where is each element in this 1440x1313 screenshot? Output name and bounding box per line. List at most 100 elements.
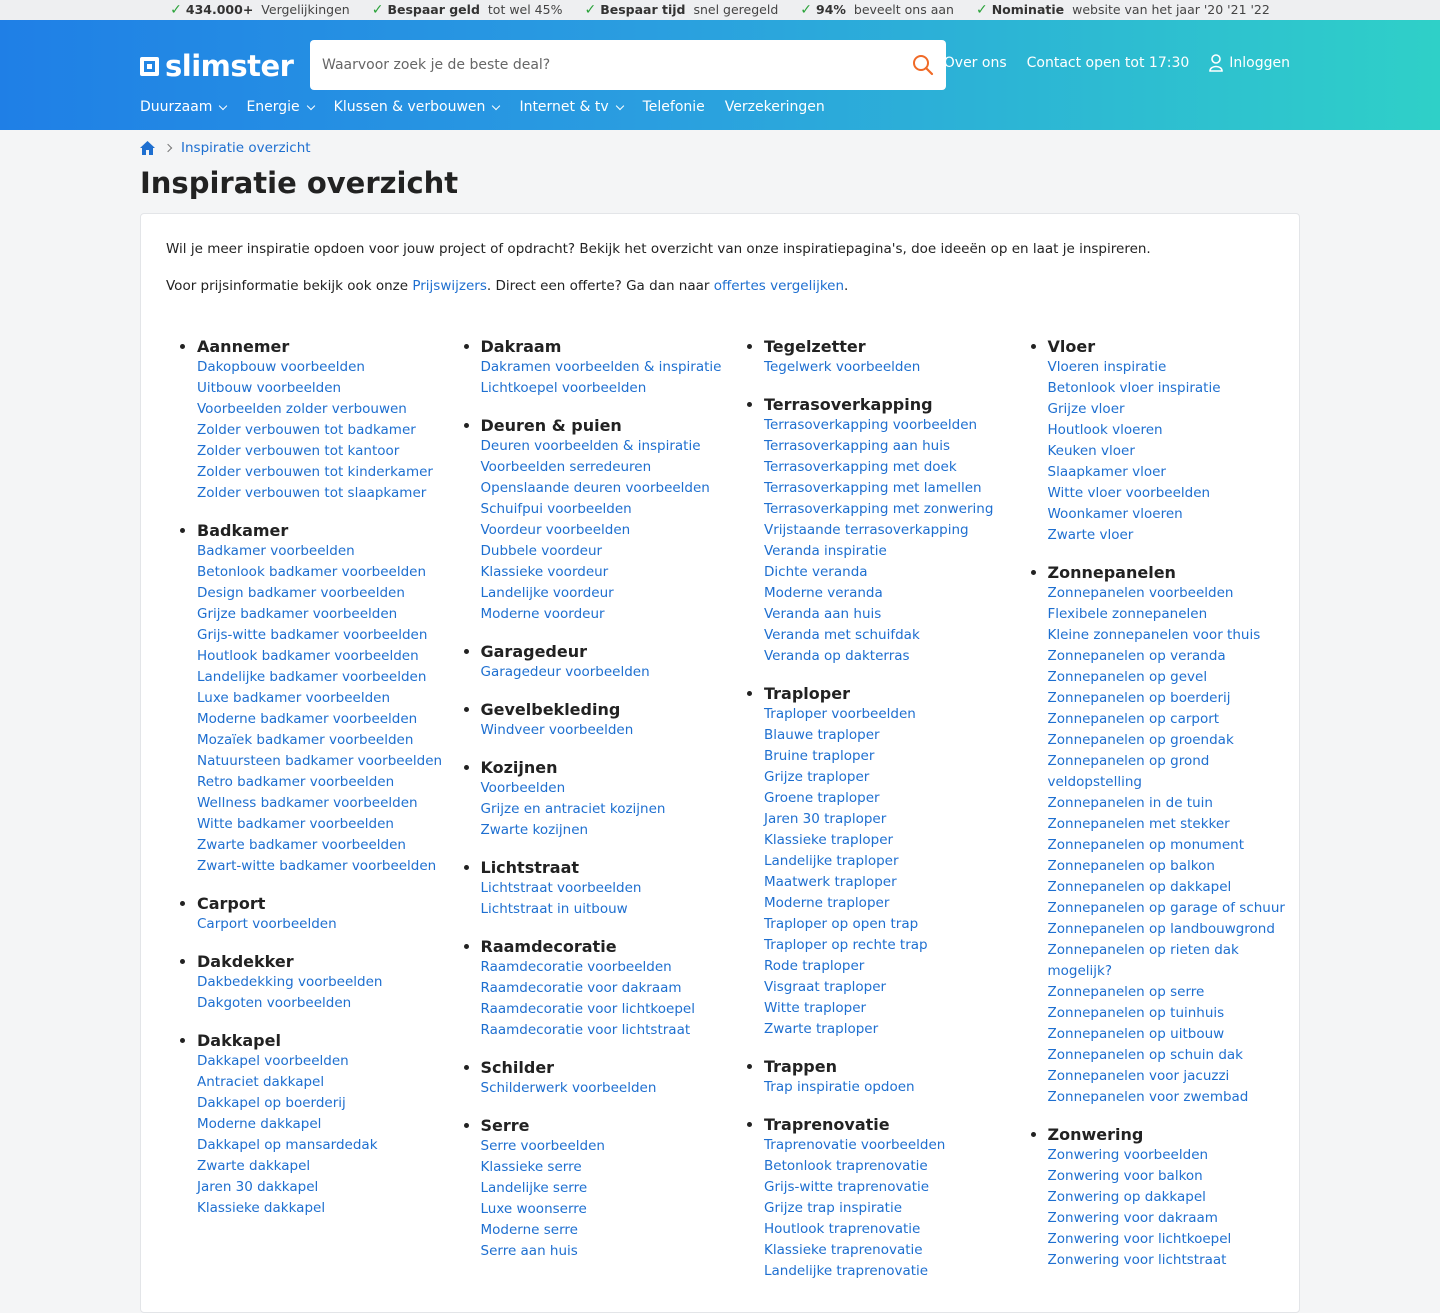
inspiration-link[interactable]: Zonnepanelen op serre: [1048, 984, 1205, 1000]
search-button[interactable]: [900, 40, 946, 90]
nav-item-duurzaam[interactable]: Duurzaam: [140, 99, 228, 115]
inspiration-link[interactable]: Zonnepanelen voorbeelden: [1048, 585, 1234, 601]
inspiration-link[interactable]: Grijze trap inspiratie: [764, 1200, 902, 1216]
inspiration-link[interactable]: Landelijke badkamer voorbeelden: [197, 669, 426, 685]
slimster-logo[interactable]: slimster: [140, 50, 294, 82]
inspiration-link[interactable]: Tegelwerk voorbeelden: [764, 359, 920, 375]
inspiration-link[interactable]: Zwarte badkamer voorbeelden: [197, 837, 406, 853]
inspiration-link[interactable]: Bruine traploper: [764, 748, 874, 764]
inspiration-link[interactable]: Klassieke traploper: [764, 832, 893, 848]
inspiration-link[interactable]: Visgraat traploper: [764, 979, 886, 995]
inspiration-link[interactable]: Zonnepanelen op carport: [1048, 711, 1220, 727]
inspiration-link[interactable]: Maatwerk traploper: [764, 874, 897, 890]
inspiration-link[interactable]: Zonnepanelen voor jacuzzi: [1048, 1068, 1230, 1084]
inspiration-link[interactable]: Uitbouw voorbeelden: [197, 380, 341, 396]
inspiration-link[interactable]: Zonnepanelen op uitbouw: [1048, 1026, 1225, 1042]
inspiration-link[interactable]: Zwarte traploper: [764, 1021, 878, 1037]
inspiration-link[interactable]: Zonwering voor lichtkoepel: [1048, 1231, 1232, 1247]
inspiration-link[interactable]: Zonwering op dakkapel: [1048, 1189, 1206, 1205]
inspiration-link[interactable]: Veranda aan huis: [764, 606, 881, 622]
inspiration-link[interactable]: Lichtkoepel voorbeelden: [481, 380, 647, 396]
inspiration-link[interactable]: Dakramen voorbeelden & inspiratie: [481, 359, 722, 375]
inspiration-link[interactable]: Klassieke serre: [481, 1159, 582, 1175]
inspiration-link[interactable]: Terrasoverkapping met lamellen: [764, 480, 982, 496]
inspiration-link[interactable]: Schuifpui voorbeelden: [481, 501, 632, 517]
nav-item-klussen[interactable]: Klussen & verbouwen: [334, 99, 501, 115]
inspiration-link[interactable]: Betonlook vloer inspiratie: [1048, 380, 1221, 396]
inspiration-link[interactable]: Zonnepanelen op rieten dak mogelijk?: [1048, 942, 1239, 979]
inspiration-link[interactable]: Openslaande deuren voorbeelden: [481, 480, 710, 496]
inspiration-link[interactable]: Zwarte dakkapel: [197, 1158, 310, 1174]
inspiration-link[interactable]: Zonwering voor balkon: [1048, 1168, 1203, 1184]
inspiration-link[interactable]: Zonnepanelen op tuinhuis: [1048, 1005, 1225, 1021]
inspiration-link[interactable]: Zonnepanelen op boerderij: [1048, 690, 1231, 706]
inspiration-link[interactable]: Zolder verbouwen tot badkamer: [197, 422, 416, 438]
inspiration-link[interactable]: Grijze traploper: [764, 769, 869, 785]
inspiration-link[interactable]: Veranda met schuifdak: [764, 627, 920, 643]
inspiration-link[interactable]: Traprenovatie voorbeelden: [764, 1137, 945, 1153]
inspiration-link[interactable]: Raamdecoratie voor dakraam: [481, 980, 682, 996]
inspiration-link[interactable]: Carport voorbeelden: [197, 916, 337, 932]
inspiration-link[interactable]: Dakgoten voorbeelden: [197, 995, 351, 1011]
inspiration-link[interactable]: Retro badkamer voorbeelden: [197, 774, 394, 790]
inspiration-link[interactable]: Klassieke voordeur: [481, 564, 609, 580]
inspiration-link[interactable]: Zonnepanelen op landbouwgrond: [1048, 921, 1275, 937]
inspiration-link[interactable]: Zonnepanelen op schuin dak: [1048, 1047, 1243, 1063]
inspiration-link[interactable]: Serre aan huis: [481, 1243, 578, 1259]
inspiration-link[interactable]: Witte vloer voorbeelden: [1048, 485, 1211, 501]
inspiration-link[interactable]: Zonnepanelen voor zwembad: [1048, 1089, 1249, 1105]
inspiration-link[interactable]: Dichte veranda: [764, 564, 868, 580]
inspiration-link[interactable]: Zonnepanelen op grond veldopstelling: [1048, 753, 1210, 790]
inspiration-link[interactable]: Landelijke traprenovatie: [764, 1263, 928, 1279]
inspiration-link[interactable]: Windveer voorbeelden: [481, 722, 634, 738]
inspiration-link[interactable]: Zolder verbouwen tot kantoor: [197, 443, 399, 459]
inspiration-link[interactable]: Moderne badkamer voorbeelden: [197, 711, 417, 727]
inspiration-link[interactable]: Witte badkamer voorbeelden: [197, 816, 394, 832]
inspiration-link[interactable]: Terrasoverkapping met doek: [764, 459, 957, 475]
inspiration-link[interactable]: Grijze badkamer voorbeelden: [197, 606, 397, 622]
inspiration-link[interactable]: Traploper op rechte trap: [764, 937, 928, 953]
nav-item-verzekeringen[interactable]: Verzekeringen: [725, 99, 825, 115]
inspiration-link[interactable]: Flexibele zonnepanelen: [1048, 606, 1208, 622]
inspiration-link[interactable]: Zonnepanelen op balkon: [1048, 858, 1215, 874]
inspiration-link[interactable]: Dubbele voordeur: [481, 543, 603, 559]
prijswijzers-link[interactable]: Prijswijzers: [412, 278, 487, 294]
inspiration-link[interactable]: Slaapkamer vloer: [1048, 464, 1166, 480]
inspiration-link[interactable]: Houtlook traprenovatie: [764, 1221, 920, 1237]
inspiration-link[interactable]: Traploper voorbeelden: [764, 706, 916, 722]
inspiration-link[interactable]: Dakopbouw voorbeelden: [197, 359, 365, 375]
inspiration-link[interactable]: Vrijstaande terrasoverkapping: [764, 522, 969, 538]
inspiration-link[interactable]: Zonnepanelen op garage of schuur: [1048, 900, 1285, 916]
inspiration-link[interactable]: Dakkapel op mansardedak: [197, 1137, 378, 1153]
inspiration-link[interactable]: Trap inspiratie opdoen: [764, 1079, 915, 1095]
inspiration-link[interactable]: Rode traploper: [764, 958, 864, 974]
inspiration-link[interactable]: Luxe woonserre: [481, 1201, 587, 1217]
inspiration-link[interactable]: Groene traploper: [764, 790, 880, 806]
inspiration-link[interactable]: Raamdecoratie voor lichtkoepel: [481, 1001, 695, 1017]
login-link[interactable]: Inloggen: [1209, 54, 1290, 72]
inspiration-link[interactable]: Klassieke dakkapel: [197, 1200, 325, 1216]
inspiration-link[interactable]: Lichtstraat in uitbouw: [481, 901, 628, 917]
inspiration-link[interactable]: Dakbedekking voorbeelden: [197, 974, 382, 990]
inspiration-link[interactable]: Houtlook vloeren: [1048, 422, 1163, 438]
inspiration-link[interactable]: Garagedeur voorbeelden: [481, 664, 650, 680]
inspiration-link[interactable]: Schilderwerk voorbeelden: [481, 1080, 657, 1096]
breadcrumb-current[interactable]: Inspiratie overzicht: [181, 140, 311, 156]
inspiration-link[interactable]: Zonnepanelen in de tuin: [1048, 795, 1213, 811]
inspiration-link[interactable]: Veranda inspiratie: [764, 543, 887, 559]
inspiration-link[interactable]: Zwarte vloer: [1048, 527, 1134, 543]
inspiration-link[interactable]: Traploper op open trap: [764, 916, 918, 932]
inspiration-link[interactable]: Jaren 30 traploper: [764, 811, 886, 827]
inspiration-link[interactable]: Zwart-witte badkamer voorbeelden: [197, 858, 436, 874]
inspiration-link[interactable]: Zonwering voor dakraam: [1048, 1210, 1218, 1226]
inspiration-link[interactable]: Klassieke traprenovatie: [764, 1242, 923, 1258]
inspiration-link[interactable]: Landelijke serre: [481, 1180, 588, 1196]
contact-link[interactable]: Contact open tot 17:30: [1027, 55, 1190, 71]
inspiration-link[interactable]: Grijs-witte traprenovatie: [764, 1179, 929, 1195]
inspiration-link[interactable]: Grijze vloer: [1048, 401, 1125, 417]
home-icon[interactable]: [140, 141, 155, 155]
inspiration-link[interactable]: Natuursteen badkamer voorbeelden: [197, 753, 442, 769]
inspiration-link[interactable]: Grijs-witte badkamer voorbeelden: [197, 627, 427, 643]
inspiration-link[interactable]: Landelijke traploper: [764, 853, 899, 869]
inspiration-link[interactable]: Zolder verbouwen tot slaapkamer: [197, 485, 426, 501]
